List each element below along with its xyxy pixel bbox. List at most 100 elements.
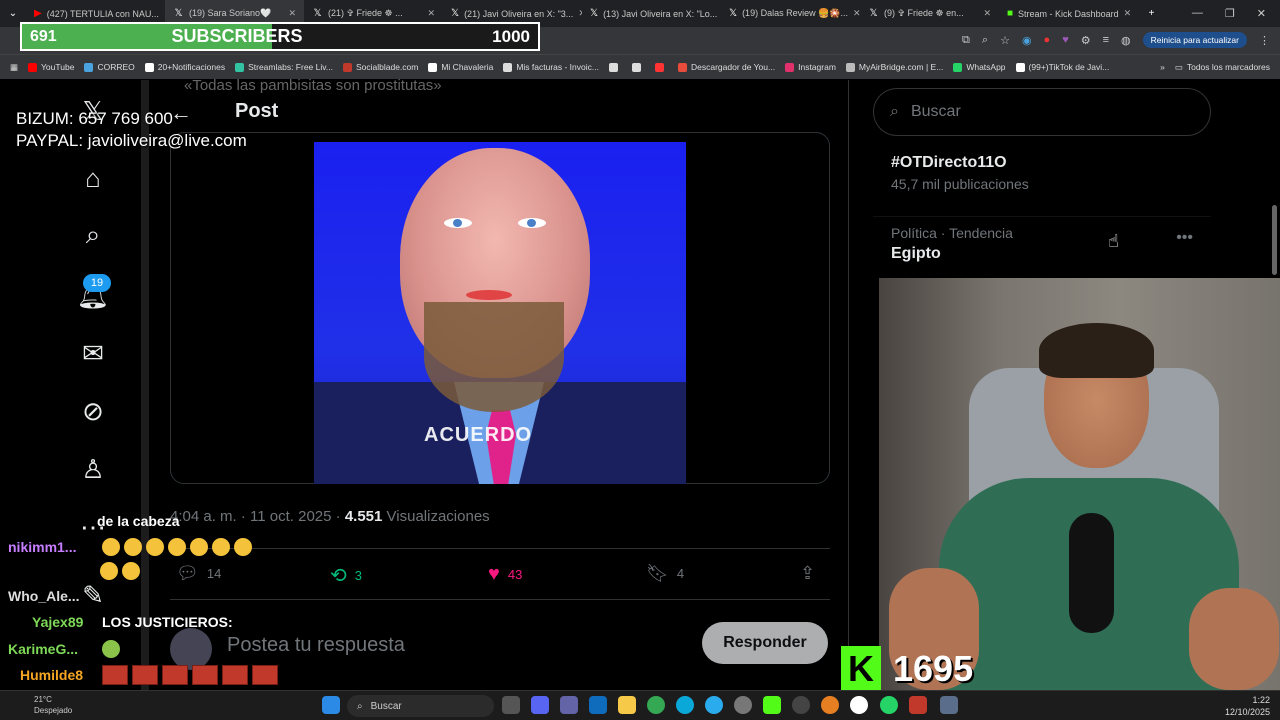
update-button[interactable]: Reinicia para actualizar: [1142, 32, 1247, 48]
bookmark-item[interactable]: YouTube: [28, 62, 74, 72]
windows-start-icon[interactable]: [322, 696, 340, 714]
emoji-icon: [102, 640, 120, 658]
close-tab-icon[interactable]: ✕: [288, 8, 296, 19]
taskbar-clock[interactable]: 1:22 12/10/2025: [1225, 694, 1270, 718]
close-tab-icon[interactable]: ✕: [983, 8, 991, 19]
scrollbar-thumb[interactable]: [1272, 205, 1277, 275]
chat-message: de la cabeza: [97, 513, 180, 529]
menu-lines-icon[interactable]: ≡: [1103, 34, 1109, 46]
like-action[interactable]: ♥ 43: [488, 563, 522, 586]
browser-tab[interactable]: 𝕏 (9) ✞ Friede ☸ en... ✕: [860, 0, 999, 27]
teams-icon[interactable]: [560, 696, 578, 714]
search-box[interactable]: ⌕ Buscar: [873, 88, 1211, 136]
trend-item[interactable]: Política · Tendencia Egipto ••• ☝︎: [873, 216, 1211, 282]
obs-icon[interactable]: [850, 696, 868, 714]
repost-action[interactable]: ⟲ 3: [330, 563, 362, 588]
search-input[interactable]: Buscar: [911, 103, 961, 121]
more-options-icon[interactable]: •••: [1176, 229, 1193, 247]
trend-category: Política · Tendencia: [891, 225, 1013, 241]
app-icon[interactable]: [734, 696, 752, 714]
view-count: 4.551: [344, 508, 383, 525]
chat-username: Who_Ale...: [8, 588, 80, 604]
discord-icon[interactable]: [531, 696, 549, 714]
webcam-arm: [1189, 588, 1279, 690]
taskbar-search[interactable]: ⌕ Buscar: [347, 695, 494, 717]
close-tab-icon[interactable]: ✕: [853, 8, 860, 19]
chevron-down-icon: ⌄: [8, 8, 18, 19]
close-tab-icon[interactable]: ✕: [1124, 8, 1132, 19]
weather-widget[interactable]: 21°C Despejado: [14, 694, 72, 716]
extension-blue-icon[interactable]: ◉: [1022, 34, 1032, 47]
share-action[interactable]: ⇪: [800, 563, 815, 584]
grok-icon[interactable]: ⊘: [78, 396, 108, 426]
trend-item[interactable]: #OTDirecto11O 45,7 mil publicaciones: [873, 142, 1211, 208]
close-tab-icon[interactable]: ✕: [427, 8, 435, 19]
outlook-icon[interactable]: [589, 696, 607, 714]
bookmark-action[interactable]: 🔖︎ 4: [646, 563, 684, 584]
home-icon[interactable]: ⌂: [78, 163, 108, 193]
browser-tab[interactable]: 𝕏(13) Javi Oliveira en X: "Lo...✕: [582, 0, 721, 27]
reply-button[interactable]: Responder: [702, 622, 828, 664]
bookmark-item[interactable]: WhatsApp: [953, 62, 1006, 72]
bizum-line: BIZUM: 657 769 600: [16, 109, 173, 128]
bookmark-item[interactable]: CORREO: [84, 62, 135, 72]
all-bookmarks-folder[interactable]: ▭ Todos los marcadores: [1175, 62, 1280, 73]
bookmark-label: Streamlabs: Free Liv...: [248, 62, 333, 72]
extensions-icon[interactable]: ⚙: [1081, 34, 1091, 47]
subscriber-goal-bar: 691 SUBSCRIBERS 1000: [20, 22, 540, 51]
repost-icon: ⟲: [330, 565, 347, 587]
profile-icon[interactable]: ♙: [78, 454, 108, 484]
bookmark-item[interactable]: 20+Notificaciones: [144, 62, 226, 72]
app-icon[interactable]: [909, 696, 927, 714]
whatsapp-icon[interactable]: [880, 696, 898, 714]
apps-grid-icon[interactable]: ▦: [10, 62, 18, 73]
bookmark-favicon-icon: [235, 62, 245, 72]
bookmark-item[interactable]: MyAirBridge.com | E...: [845, 62, 943, 72]
cast-icon[interactable]: ⧉: [962, 34, 970, 47]
app-icon[interactable]: [821, 696, 839, 714]
new-tab-button[interactable]: +: [1138, 0, 1168, 27]
bookmark-label: WhatsApp: [966, 62, 1006, 72]
bookmark-item[interactable]: Instagram: [785, 62, 836, 72]
extension-heart-icon[interactable]: ♥: [1062, 34, 1069, 46]
more-bookmarks-icon[interactable]: »: [1160, 62, 1165, 72]
bookmark-label: 20+Notificaciones: [157, 62, 226, 72]
youtube-icon: ▶: [34, 8, 42, 19]
share-icon: ⇪: [800, 563, 816, 583]
mail-icon[interactable]: ✉: [78, 338, 108, 368]
search-icon[interactable]: ⌕: [78, 219, 108, 250]
restore-icon[interactable]: ❐: [1225, 7, 1235, 20]
kick-app-icon[interactable]: [763, 696, 781, 714]
file-explorer-icon[interactable]: [618, 696, 636, 714]
bookmark-item[interactable]: [608, 62, 622, 72]
settings-icon[interactable]: [940, 696, 958, 714]
bookmark-item[interactable]: Mis facturas - Invoic...: [503, 62, 599, 72]
chat-text: de la cabeza: [97, 513, 180, 529]
browser-tab[interactable]: 𝕏 (19) Dalas Review 🍔🎇... ✕: [721, 0, 860, 27]
close-window-icon[interactable]: ✕: [1257, 7, 1266, 20]
bookmark-item[interactable]: Mi Chavaleria: [428, 62, 493, 72]
bookmark-item[interactable]: Streamlabs: Free Liv...: [235, 62, 333, 72]
kebab-menu-icon[interactable]: ⋮: [1259, 34, 1270, 47]
bookmark-item[interactable]: Descargador de You...: [677, 62, 775, 72]
x-icon: 𝕏: [174, 8, 183, 19]
zoom-icon[interactable]: ⌕: [982, 34, 988, 47]
bookmark-item[interactable]: [631, 62, 645, 72]
minimize-icon[interactable]: —: [1192, 7, 1203, 20]
bookmark-label: Socialblade.com: [355, 62, 419, 72]
bookmark-item[interactable]: [654, 62, 668, 72]
tab-label: (9) ✞ Friede ☸ en...: [884, 8, 964, 18]
profile-avatar[interactable]: ◍: [1121, 34, 1131, 47]
bookmark-item[interactable]: Socialblade.com: [342, 62, 419, 72]
bookmark-item[interactable]: (99+)TikTok de Javi...: [1015, 62, 1109, 72]
telegram-icon[interactable]: [705, 696, 723, 714]
post-image[interactable]: ACUERDO: [314, 142, 686, 484]
chrome-icon[interactable]: [647, 696, 665, 714]
edge-icon[interactable]: [676, 696, 694, 714]
browser-tab[interactable]: ■ Stream - Kick Dashboard ✕: [999, 0, 1138, 27]
kick-follower-count: 1695: [893, 648, 974, 689]
task-view-icon[interactable]: [502, 696, 520, 714]
extension-red-icon[interactable]: ●: [1044, 34, 1051, 46]
app-icon[interactable]: [792, 696, 810, 714]
star-icon[interactable]: ☆: [1000, 34, 1010, 47]
